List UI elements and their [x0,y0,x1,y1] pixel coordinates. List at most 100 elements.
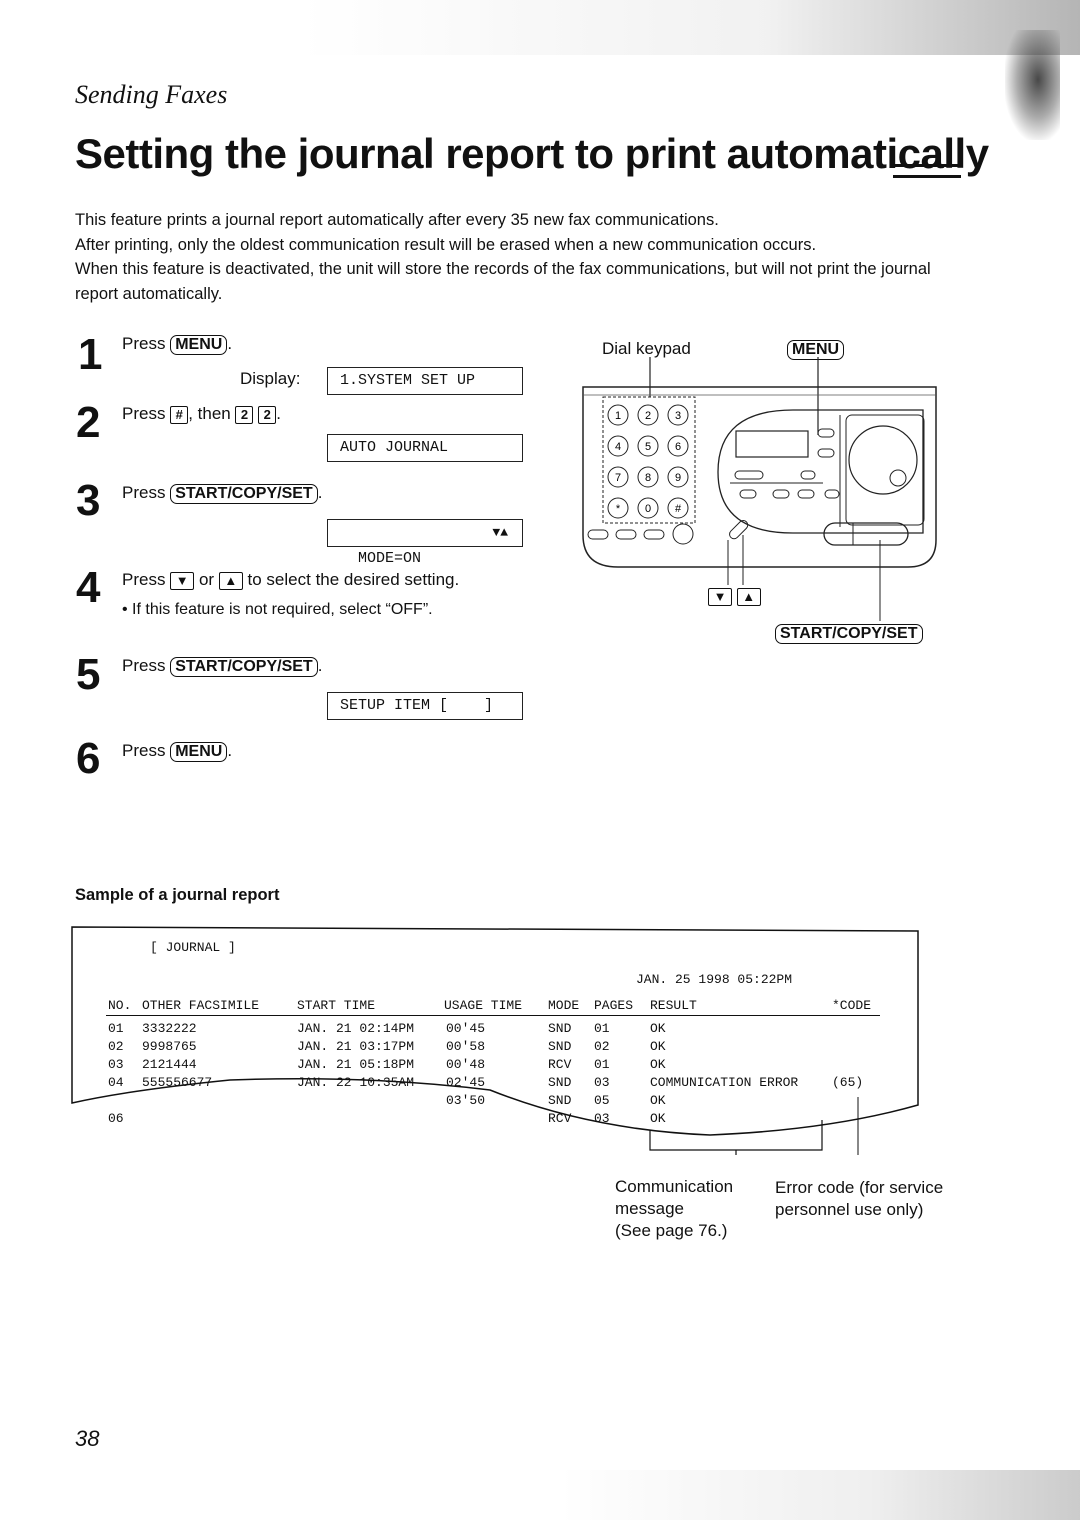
scan-noise-top [300,0,1080,55]
column-header: OTHER FACSIMILE [142,998,260,1013]
step-number: 4 [76,563,101,612]
cell-no: 04 [108,1075,124,1090]
keypad-key-label: 9 [675,472,681,484]
menu-key: MENU [170,335,228,355]
cell-result: COMMUNICATION ERROR [650,1075,799,1090]
cell-mode: RCV [548,1057,572,1072]
keypad-key-label: 6 [675,441,681,453]
lcd-display: SETUP ITEM [ ] [327,692,523,720]
cell-result: OK [650,1057,666,1072]
step-number: 6 [76,734,101,783]
lcd-display: 1.SYSTEM SET UP [327,367,523,395]
lcd-window [735,430,809,458]
digit-key: 2 [235,405,254,424]
press-label: Press [122,334,166,353]
report-datetime: JAN. 25 1998 05:22PM [636,972,793,987]
cell-other: 555556677 [142,1075,213,1090]
start-button-outline [823,522,909,546]
fax-panel-diagram: 1 2 3 4 5 6 7 8 9 * 0 # [578,335,943,655]
cell-usage: 00'58 [446,1039,486,1054]
press-label: Press [122,483,166,502]
bottom-button [615,529,637,540]
column-header: *CODE [832,998,872,1013]
panel-button [772,489,790,499]
cell-other: 9998765 [142,1039,197,1054]
lcd-mode-text: MODE=ON [358,550,422,567]
step-4-instruction: Press ▼ or ▲ to select the desired setti… [122,570,459,590]
rocker-key [729,520,749,540]
cell-mode: SND [548,1093,572,1108]
step-1-instruction: Press MENU. [122,334,232,355]
press-label: Press [122,656,166,675]
cell-usage: 02'45 [446,1075,486,1090]
report-paper-outline [71,926,919,1155]
press-label: Press [122,741,166,760]
cell-pages: 01 [594,1057,610,1072]
keypad-key-label: # [675,503,682,515]
step-number: 3 [76,476,101,525]
punct: . [317,483,323,502]
journal-report: [ JOURNAL ] JAN. 25 1998 05:22PM NO. OTHE… [70,925,920,1155]
cell-mode: SND [548,1021,572,1036]
cell-mode: RCV [548,1111,572,1126]
menu-key: MENU [170,742,228,762]
cell-result: OK [650,1093,666,1108]
title-rule [893,164,961,178]
torn-paper-edge [71,926,919,1136]
note-line: Communication [615,1177,734,1196]
keypad-key-label: 5 [645,441,651,453]
start-copy-set-label: START/COPY/SET [775,623,923,644]
up-arrow-key: ▲ [218,571,243,590]
panel-button [734,470,764,480]
note-line: personnel use only) [775,1200,924,1219]
cell-start: JAN. 21 03:17PM [297,1039,415,1054]
communication-message-note: Communication message (See page 76.) [615,1176,733,1242]
dial-knob-inner [889,469,907,487]
lcd-display: AUTO JOURNAL [327,434,523,462]
note-line: (See page 76.) [615,1221,728,1240]
keypad-key-label: 4 [615,441,621,453]
bottom-button [587,529,609,540]
keypad-key-label: 0 [645,503,651,515]
column-header: RESULT [650,998,697,1013]
cell-no: 06 [108,1111,124,1126]
or-label: or [198,570,215,589]
punct: . [227,741,233,760]
lcd-display: MODE=ON ▼▲ [327,519,523,567]
dial-knob [848,425,918,495]
column-header: MODE [548,998,580,1013]
intro-line: After printing, only the oldest communic… [75,235,817,254]
scan-noise-bottom [560,1470,1080,1520]
press-label: Press [122,570,166,589]
down-arrow-key: ▼ [708,587,732,606]
keypad-key-label: 1 [615,410,621,422]
sample-heading: Sample of a journal report [75,886,280,904]
start-copy-set-key: START/COPY/SET [775,624,923,644]
cell-no: 03 [108,1057,124,1072]
column-header: PAGES [594,998,634,1013]
page-title: Setting the journal report to print auto… [75,130,989,177]
start-copy-set-key: START/COPY/SET [170,484,318,504]
step-4-suffix: to select the desired setting. [247,570,460,589]
cell-result: OK [650,1111,666,1126]
arrow-keys-label: ▼ ▲ [708,586,761,606]
handset-area [845,414,925,526]
column-header: START TIME [297,998,376,1013]
cell-pages: 02 [594,1039,610,1054]
start-copy-set-key: START/COPY/SET [170,657,318,677]
down-up-arrows-icon: ▼▲ [492,525,508,540]
cell-result: OK [650,1039,666,1054]
step-5-instruction: Press START/COPY/SET. [122,656,322,677]
cell-pages: 03 [594,1111,610,1126]
then-label: , then [188,404,231,423]
keypad-key-label: * [616,503,621,515]
menu-panel-button [817,448,835,458]
keypad-key-label: 7 [615,472,621,484]
report-title: [ JOURNAL ] [150,940,236,955]
keypad-keys: 1 2 3 4 5 6 7 8 9 * 0 # [607,404,689,519]
down-arrow-key: ▼ [170,571,195,590]
keypad-key-label: 2 [645,410,651,422]
error-code-note: Error code (for service personnel use on… [775,1177,943,1221]
press-label: Press [122,404,166,423]
keypad-key-label: 3 [675,410,681,422]
